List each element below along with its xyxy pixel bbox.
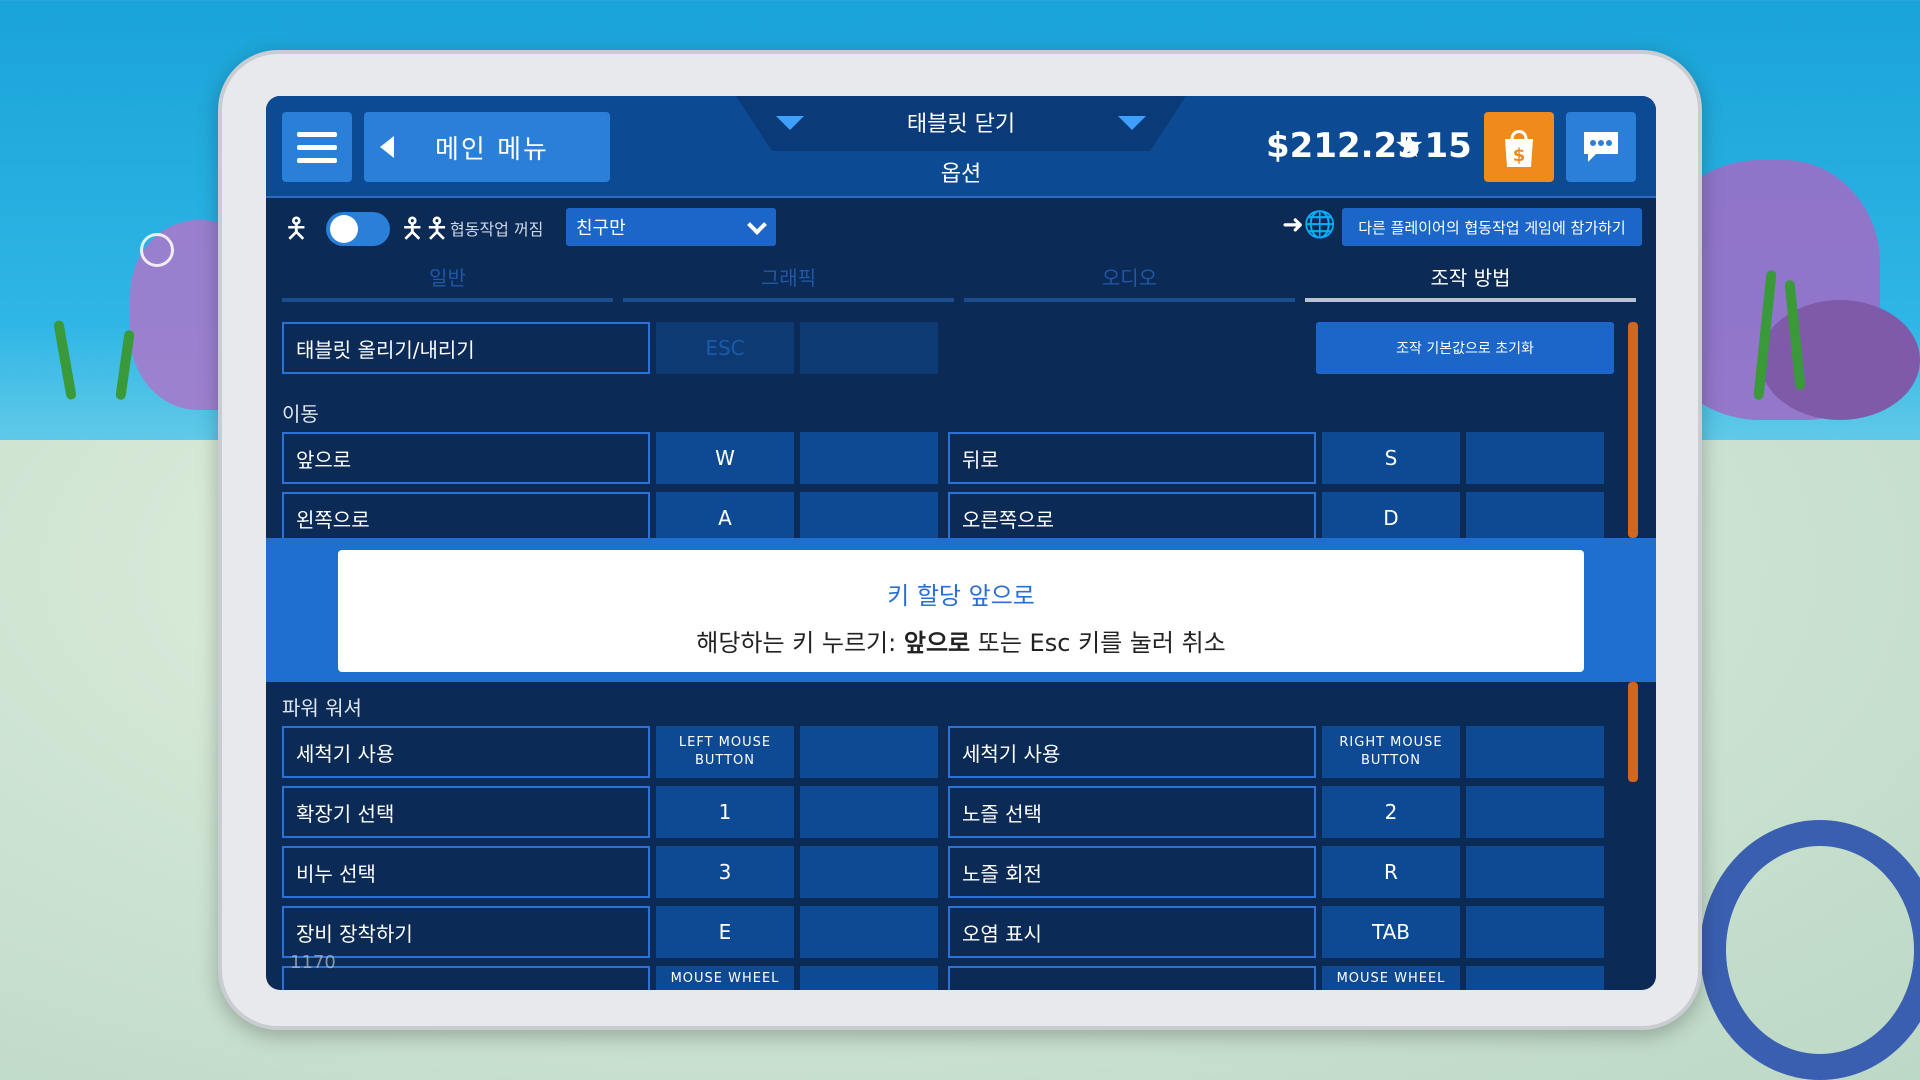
keybind-primary[interactable]: 2 [1322, 786, 1460, 838]
main-menu-label: 메인 메뉴 [435, 134, 549, 165]
back-arrow-icon [380, 136, 394, 158]
options-tabs: 일반 그래픽 오디오 조작 방법 [282, 252, 1638, 302]
options-screen: 메인 메뉴 태블릿 닫기 옵션 $212.25 ★15 $ 🯅 🯅🯅 협동작업 … [266, 96, 1656, 990]
keybind-primary: ESC [656, 322, 794, 374]
page-title: 옵션 [940, 162, 982, 187]
fps-counter: 1170 [290, 952, 336, 973]
shop-bag-icon: $ [1505, 130, 1533, 167]
keybind-primary[interactable]: R [1322, 846, 1460, 898]
keybind-secondary[interactable] [1466, 906, 1604, 958]
hamburger-menu-button[interactable] [282, 112, 352, 182]
keybind-primary[interactable]: W [656, 432, 794, 484]
tab-controls[interactable]: 조작 방법 [1305, 252, 1636, 302]
keybind-name: 오른쪽으로 [948, 492, 1316, 544]
keybind-secondary[interactable] [1466, 846, 1604, 898]
keybind-name: 노즐 선택 [948, 786, 1316, 838]
tablet-frame: 메인 메뉴 태블릿 닫기 옵션 $212.25 ★15 $ 🯅 🯅🯅 협동작업 … [218, 50, 1702, 1030]
keybind-primary[interactable]: 3 [656, 846, 794, 898]
keybind-primary[interactable]: TAB [1322, 906, 1460, 958]
keybind-secondary[interactable] [800, 906, 938, 958]
main-menu-button[interactable]: 메인 메뉴 [364, 112, 610, 182]
keybind-name [282, 966, 650, 990]
keybind-name: 왼쪽으로 [282, 492, 650, 544]
dialog-message-prefix: 해당하는 키 누르기: [696, 629, 904, 657]
section-label: 이동 [282, 402, 319, 426]
hamburger-icon [297, 144, 337, 150]
keybind-secondary [800, 322, 938, 374]
keybind-name: 비누 선택 [282, 846, 650, 898]
keybind-name: 세척기 사용 [282, 726, 650, 778]
join-coop-button[interactable]: 다른 플레이어의 협동작업 게임에 참가하기 [1342, 208, 1642, 246]
seaweed [115, 329, 135, 401]
dialog-message: 해당하는 키 누르기: 앞으로 또는 Esc 키를 눌러 취소 [338, 623, 1584, 658]
svg-text:$: $ [1513, 145, 1526, 166]
keybind-primary[interactable]: MOUSE WHEEL [656, 966, 794, 990]
keybind-primary[interactable]: S [1322, 432, 1460, 484]
coop-status-label: 협동작업 꺼짐 [450, 220, 544, 239]
coral-rock [1760, 300, 1920, 420]
keybind-secondary[interactable] [1466, 492, 1604, 544]
coop-toggle[interactable] [326, 212, 390, 246]
keybind-secondary[interactable] [800, 786, 938, 838]
dialog-message-action: 앞으로 [903, 629, 971, 657]
tab-graphics[interactable]: 그래픽 [623, 252, 954, 302]
keybind-primary[interactable]: 1 [656, 786, 794, 838]
keybind-secondary[interactable] [800, 846, 938, 898]
keybind-secondary[interactable] [1466, 786, 1604, 838]
tablet-close-label[interactable]: 태블릿 닫기 [736, 106, 1186, 138]
keybind-name: 장비 장착하기 [282, 906, 650, 958]
tablet-header: 메인 메뉴 태블릿 닫기 옵션 $212.25 ★15 $ [266, 96, 1656, 198]
keybind-secondary[interactable] [800, 966, 938, 990]
keybind-secondary[interactable] [1466, 966, 1604, 990]
scrollbar[interactable] [1628, 322, 1638, 538]
toggle-knob [330, 215, 358, 243]
section-label: 파워 워셔 [282, 696, 362, 720]
keybind-secondary[interactable] [800, 492, 938, 544]
keybind-name: 확장기 선택 [282, 786, 650, 838]
keybind-primary[interactable]: D [1322, 492, 1460, 544]
keybind-name: 뒤로 [948, 432, 1316, 484]
keybind-name: 앞으로 [282, 432, 650, 484]
scrollbar[interactable] [1628, 682, 1638, 782]
keybind-primary[interactable]: RIGHT MOUSE BUTTON [1322, 726, 1460, 778]
keybind-primary[interactable]: MOUSE WHEEL [1322, 966, 1460, 990]
shop-button[interactable]: $ [1484, 112, 1554, 182]
chat-icon [1584, 132, 1618, 162]
keybind-prompt-dialog: 키 할당 앞으로 해당하는 키 누르기: 앞으로 또는 Esc 키를 눌러 취소 [338, 550, 1584, 672]
coop-select-value: 친구만 [576, 218, 626, 239]
keybind-name: 태블릿 올리기/내리기 [282, 322, 650, 374]
keybind-secondary[interactable] [800, 726, 938, 778]
dialog-message-suffix: 또는 Esc 키를 눌러 취소 [970, 629, 1226, 657]
seaweed [53, 319, 77, 401]
coop-settings-row: 🯅 🯅🯅 협동작업 꺼짐 친구만 ➜🌐 다른 플레이어의 협동작업 게임에 참가… [266, 200, 1656, 252]
bubble [140, 233, 174, 267]
keybind-name: 오염 표시 [948, 906, 1316, 958]
join-globe-icon: ➜🌐 [1282, 210, 1337, 240]
tab-general[interactable]: 일반 [282, 252, 613, 302]
keybind-secondary[interactable] [800, 432, 938, 484]
keybind-secondary[interactable] [1466, 432, 1604, 484]
keybind-primary[interactable]: LEFT MOUSE BUTTON [656, 726, 794, 778]
coop-players-icon: 🯅🯅 [400, 212, 450, 245]
keybind-primary[interactable]: E [656, 906, 794, 958]
hamburger-icon [297, 157, 337, 163]
tab-audio[interactable]: 오디오 [964, 252, 1295, 302]
reset-controls-button[interactable]: 조작 기본값으로 초기화 [1316, 322, 1614, 374]
keybind-secondary[interactable] [1466, 726, 1604, 778]
keybind-name: 노즐 회전 [948, 846, 1316, 898]
keybind-name [948, 966, 1316, 990]
keybind-primary[interactable]: A [656, 492, 794, 544]
keybind-name: 세척기 사용 [948, 726, 1316, 778]
hamburger-icon [297, 131, 337, 137]
chat-button[interactable] [1566, 112, 1636, 182]
dialog-title: 키 할당 앞으로 [887, 582, 1035, 610]
single-player-icon: 🯅 [284, 212, 309, 245]
chevron-down-icon [747, 215, 767, 235]
stars-display: ★15 [1394, 126, 1472, 166]
coop-visibility-select[interactable]: 친구만 [566, 208, 776, 246]
